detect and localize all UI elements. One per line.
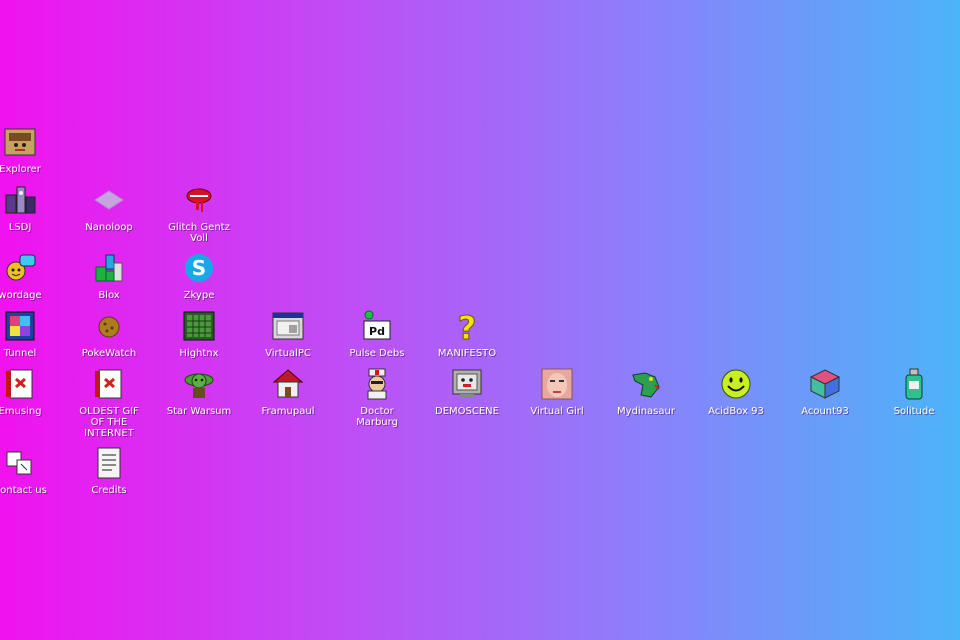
desktop-icon-blox[interactable]: Blox [64,250,154,301]
smiley-icon [718,366,754,402]
desktop-icon-mydinasaur[interactable]: Mydinasaur [601,366,691,417]
desktop-icon-label: MANIFESTO [437,348,497,359]
chat-icon [2,250,38,286]
question-icon: ? [449,308,485,344]
cookie-icon [91,308,127,344]
explorer-icon [2,124,38,160]
desktop-icon-label: OLDEST GIF OF THE INTERNET [79,406,139,439]
desktop-icon-manifesto[interactable]: ? MANIFESTO [422,308,512,359]
desktop-icon-label: Star Warsum [166,406,232,417]
desktop-icon-label: Virtual Girl [530,406,584,417]
desktop-icon-star-warsum[interactable]: Star Warsum [154,366,244,417]
desktop-icon-solitude[interactable]: Solitude [869,366,959,417]
desktop-icon-label: Acount93 [801,406,849,417]
nanoloop-icon [91,182,127,218]
desktop-icon-label: Glitch Gentz Voll [168,222,230,244]
desktop-icon-label: Pulse Debs [349,348,405,359]
desktop-icon-lsdj[interactable]: LSDJ [0,182,65,233]
desktop-icon-pokewatch[interactable]: PokeWatch [64,308,154,359]
desktop-icon-doctor-marburg[interactable]: Doctor Marburg [332,366,422,428]
desktop-icon-oldest-gif[interactable]: OLDEST GIF OF THE INTERNET [64,366,154,439]
house-icon [270,366,306,402]
desktop-icon-zkype[interactable]: S Zkype [154,250,244,301]
desktop-icon-nanoloop[interactable]: Nanoloop [64,182,154,233]
desktop-icon-wordage[interactable]: wordage [0,250,65,301]
desktop-icon-label: Nanoloop [85,222,133,233]
desktop-icon-label: DEMOSCENE [435,406,499,417]
desktop-icon-glitch-gentz[interactable]: Glitch Gentz Voll [154,182,244,244]
document-icon [2,366,38,402]
bottle-icon [896,366,932,402]
monitor-face-icon [449,366,485,402]
grid-icon [181,308,217,344]
zkype-icon: S [181,250,217,286]
desktop-icon-label: Framupaul [261,406,315,417]
desktop-icon-virtualpc[interactable]: VirtualPC [243,308,333,359]
pd-icon: Pd [359,308,395,344]
desktop-icon-tunnel[interactable]: Tunnel [0,308,65,359]
desktop-icon-label: VirtualPC [265,348,311,359]
desktop-icon-label: PokeWatch [81,348,137,359]
desktop-icon-framupaul[interactable]: Framupaul [243,366,333,417]
credits-icon [91,445,127,481]
desktop-icon-label: LSDJ [8,222,32,233]
desktop-icon-label: Solitude [893,406,935,417]
desktop-icon-acount93[interactable]: Acount93 [780,366,870,417]
desktop-icon-label: Tunnel [3,348,37,359]
doctor-icon [359,366,395,402]
face-icon [539,366,575,402]
desktop-icon-acidbox-93[interactable]: AcidBox 93 [691,366,781,417]
desktop-icon-label: Hightnx [179,348,219,359]
desktop-icon-label: Zkype [183,290,215,301]
desktop-icon-demoscene[interactable]: DEMOSCENE [422,366,512,417]
desktop-icon-label: Mydinasaur [617,406,675,417]
contact-icon [2,445,38,481]
dinosaur-icon [628,366,664,402]
tunnel-icon [2,308,38,344]
desktop-icon-pulse-debs[interactable]: Pd Pulse Debs [332,308,422,359]
desktop-icon-explorer[interactable]: Explorer [0,124,65,175]
desktop-icon-label: Credits [91,485,127,496]
window-icon [270,308,306,344]
svg-text:S: S [192,256,206,280]
lsdj-icon [2,182,38,218]
desktop: Explorer LSDJ Nanoloop Glitch Gentz Voll… [0,0,960,640]
lips-icon [181,182,217,218]
svg-text:?: ? [458,309,477,343]
yoda-icon [181,366,217,402]
cube-icon [807,366,843,402]
desktop-icon-virtual-girl[interactable]: Virtual Girl [512,366,602,417]
desktop-icon-label: Doctor Marburg [356,406,398,428]
gif-document-icon [91,366,127,402]
desktop-icon-credits[interactable]: Credits [64,445,154,496]
desktop-icon-label: Contact us [0,485,47,496]
desktop-icon-hightnx[interactable]: Hightnx [154,308,244,359]
desktop-icon-emusing[interactable]: Emusing [0,366,65,417]
blocks-icon [91,250,127,286]
desktop-icon-label: Explorer [0,164,41,175]
desktop-icon-label: Blox [98,290,120,301]
desktop-icon-contact-us[interactable]: Contact us [0,445,65,496]
desktop-icon-label: AcidBox 93 [708,406,764,417]
svg-text:Pd: Pd [369,325,385,338]
desktop-icon-label: Emusing [0,406,42,417]
desktop-icon-label: wordage [0,290,42,301]
